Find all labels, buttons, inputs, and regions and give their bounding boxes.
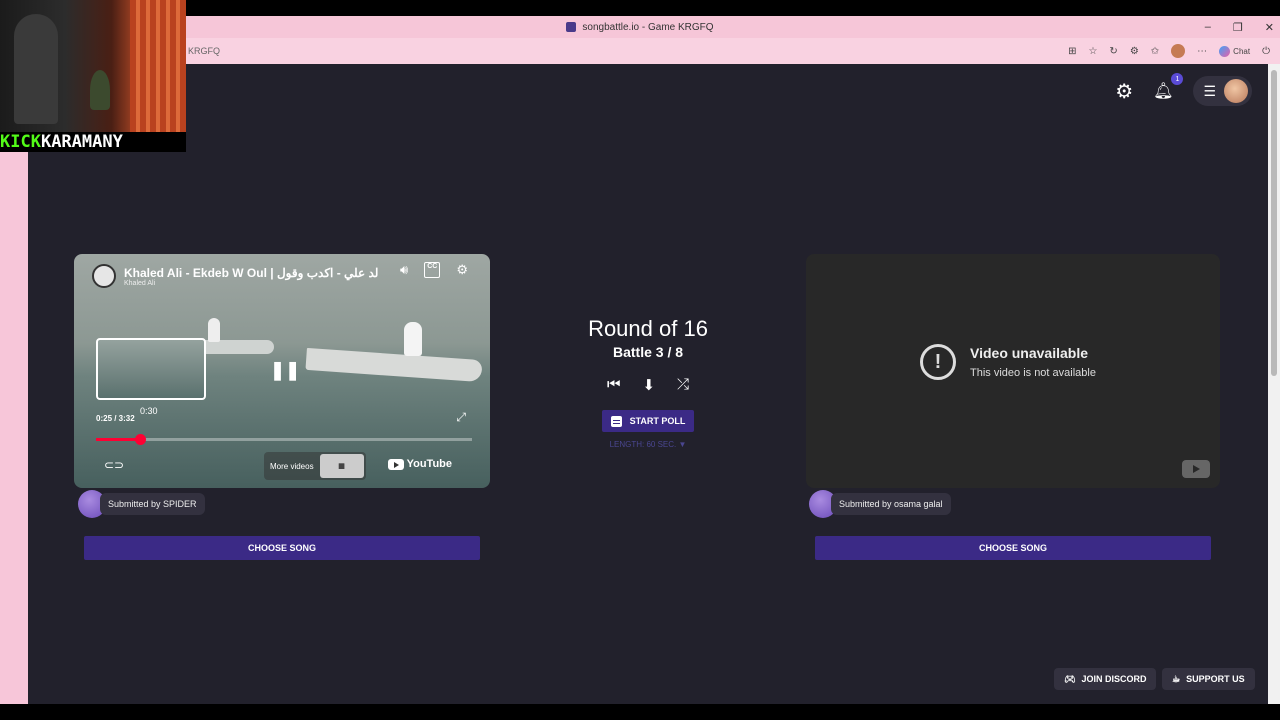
submitter-label: Submitted by SPIDER [100,493,205,515]
favorites-icon[interactable]: ✩ [1151,46,1159,57]
notifications-bell-icon[interactable]: 🔔︎ 1 [1153,73,1184,101]
right-video-player[interactable]: ! Video unavailable This video is not av… [806,254,1220,488]
left-submitter: Submitted by SPIDER [78,490,205,518]
youtube-label: YouTube [406,458,452,470]
url-text[interactable]: KRGFQ [188,46,220,56]
notification-badge: 1 [1171,73,1184,85]
plant-shape [90,70,110,110]
poll-length-select[interactable]: LENGTH: 60 SEC. ▼ [548,440,748,449]
youtube-icon[interactable] [1182,460,1210,478]
chat-label: Chat [1233,46,1251,56]
browser-left-edge [0,64,28,704]
progress-knob[interactable] [135,434,147,445]
start-poll-button[interactable]: START POLL [602,410,694,432]
video-frame-person [208,318,220,342]
favorite-star-icon[interactable]: ☆ [1088,46,1097,57]
curtain-shape [130,0,186,132]
screen: songbattle.io - Game KRGFQ – ❐ ✕ KRGFQ ⊞… [0,0,1280,720]
kofi-cup-icon: ☕︎ [1172,673,1181,684]
seek-preview-time: 0:30 [140,406,158,416]
settings-gear-icon[interactable]: ⚙ [1115,79,1133,104]
refresh-icon[interactable]: ↻ [1109,46,1117,57]
copilot-chat-button[interactable]: Chat [1219,45,1251,57]
pause-icon[interactable]: ❚❚ [270,360,300,381]
more-videos-thumbnail: ▦ [319,454,364,478]
youtube-play-icon [387,458,404,470]
video-frame-person [404,322,422,356]
kick-logo-text: KICK [0,132,41,152]
poll-icon [610,415,622,427]
video-frame-boat [305,347,483,383]
video-title[interactable]: Khaled Ali - Ekdeb W Oul | لد علي - اكدب… [124,266,378,280]
download-icon[interactable]: ⬇ [642,376,655,394]
alert-icon: ! [920,344,956,380]
fullscreen-icon[interactable]: ⤢ [456,410,466,425]
copy-link-icon[interactable]: ⊂⊃ [104,458,124,472]
copilot-icon [1219,45,1231,57]
right-submitter: Submitted by osama galal [809,490,951,518]
support-us-button[interactable]: ☕︎ SUPPORT US [1162,668,1255,690]
window-controls: – ❐ ✕ [1205,16,1274,38]
left-choose-song-button[interactable]: CHOOSE SONG [84,536,480,560]
channel-name: Khaled Ali [124,279,156,287]
volume-icon[interactable]: 🔊︎ [400,262,408,278]
maximize-button[interactable]: ❐ [1233,21,1243,34]
more-videos-label: More videos [270,461,314,471]
profile-avatar[interactable] [1171,44,1186,58]
channel-avatar[interactable] [92,264,116,288]
start-poll-label: START POLL [629,416,686,426]
streamer-name: KARAMANY [40,132,123,152]
kick-channel-banner: KICK KARAMANY [0,132,186,152]
hamburger-menu-icon: ☰ [1203,82,1216,99]
browser-titlebar: songbattle.io - Game KRGFQ – ❐ ✕ [0,16,1280,38]
unavailable-title: Video unavailable [970,345,1089,361]
unavailable-subtitle: This video is not available [970,367,1096,379]
shuffle-icon[interactable]: ⤮ [677,376,689,394]
address-bar[interactable]: KRGFQ ⊞ ☆ ↻ ⚙ ✩ ⋯ Chat ⏻ [0,38,1280,64]
join-discord-label: JOIN DISCORD [1081,674,1147,684]
captions-button[interactable]: CC [424,262,441,278]
video-settings-gear-icon[interactable]: ⚙ [456,262,468,278]
window-title: songbattle.io - Game KRGFQ [582,21,714,33]
extensions-icon[interactable]: ⚙ [1130,46,1139,57]
playback-time: 0:25 / 3:32 [96,414,135,423]
seek-preview-thumbnail [96,338,206,400]
browser-toolbar: ⊞ ☆ ↻ ⚙ ✩ ⋯ Chat ⏻ [1068,38,1270,64]
top-right-controls: ⚙ 🔔︎ 1 ☰ [1115,73,1252,106]
round-title: Round of 16 [588,316,708,341]
battle-counter: Battle 3 / 8 [612,344,684,360]
join-discord-button[interactable]: 🎮︎ JOIN DISCORD [1054,668,1157,690]
app-available-icon[interactable]: ⊞ [1068,46,1076,57]
scrollbar-thumb[interactable] [1271,70,1277,376]
previous-battle-icon[interactable]: ⏮ [607,376,621,394]
discord-icon: 🎮︎ [1064,673,1076,684]
right-choose-song-button[interactable]: CHOOSE SONG [815,536,1211,560]
scrollbar[interactable] [1268,64,1280,704]
songbattle-page: ⚙ 🔔︎ 1 ☰ Khaled Ali - Ekdeb W Oul | لد ع… [28,64,1268,704]
video-unavailable-message: ! Video unavailable This video is not av… [920,344,1096,380]
streamer-silhouette [14,14,58,124]
sidebar-toggle-icon[interactable]: ⏻ [1262,46,1270,57]
support-us-label: SUPPORT US [1186,674,1245,684]
battle-center-panel: Round of 16 Battle 3 / 8 ⏮ ⬇ ⤮ START POL… [548,316,748,449]
more-options-icon[interactable]: ⋯ [1197,46,1207,57]
more-videos-button[interactable]: More videos ▦ [264,452,366,480]
youtube-logo[interactable]: YouTube [387,458,452,470]
progress-bar[interactable] [96,434,472,445]
close-button[interactable]: ✕ [1265,21,1274,34]
webcam-overlay [0,0,186,132]
left-video-player[interactable]: Khaled Ali - Ekdeb W Oul | لد علي - اكدب… [74,254,490,488]
minimize-button[interactable]: – [1205,21,1211,33]
favicon-icon [566,22,577,32]
user-avatar [1224,79,1248,103]
user-menu-button[interactable]: ☰ [1193,76,1252,106]
submitter-label: Submitted by osama galal [831,493,951,515]
video-top-controls: 🔊︎ CC ⚙ [400,262,468,278]
progress-fill [96,438,141,441]
battle-controls: ⏮ ⬇ ⤮ [548,376,748,394]
video-header: Khaled Ali - Ekdeb W Oul | لد علي - اكدب… [92,264,378,288]
